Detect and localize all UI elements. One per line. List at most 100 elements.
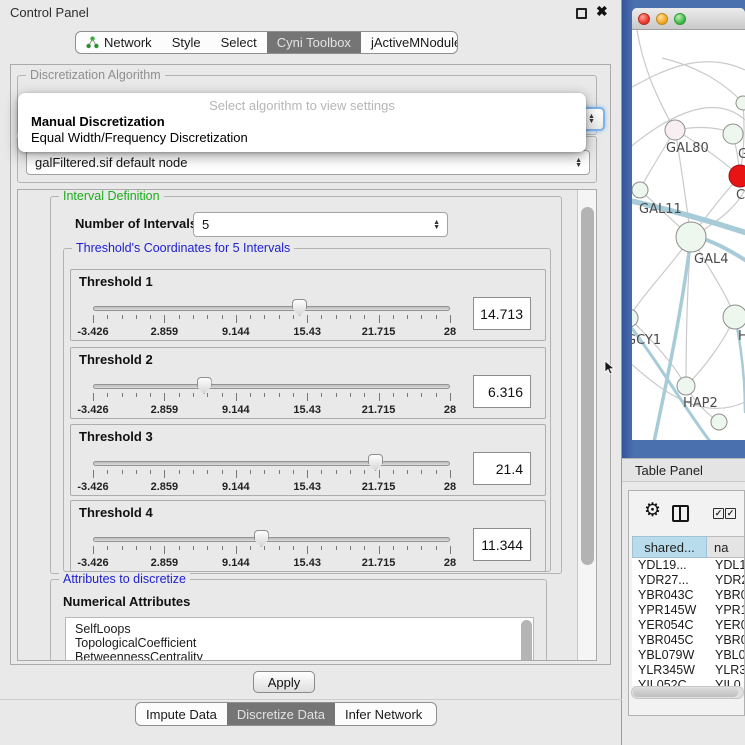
gear-icon[interactable]: ⚙ [644, 501, 661, 520]
bottom-tab-bar: Impute Data Discretize Data Infer Networ… [135, 702, 437, 726]
tab-network-label: Network [104, 35, 152, 50]
slider-tick-labels: -3.4262.8599.14415.4321.71528 [93, 404, 450, 416]
checkbox-icon[interactable]: ✓ [713, 508, 724, 519]
tab-cyni-toolbox[interactable]: Cyni Toolbox [267, 32, 361, 53]
network-canvas[interactable]: GAL80GACGAL11GAL4GCY1HHAP2 [632, 30, 745, 440]
numerical-attributes-list[interactable]: SelfLoopsTopologicalCoefficientBetweenne… [65, 617, 534, 661]
mouse-cursor [604, 360, 616, 376]
network-node[interactable] [723, 305, 745, 329]
threshold-slider[interactable]: -3.4262.8599.14415.4321.71528 [93, 425, 450, 497]
table-cell: YDL19... [632, 558, 707, 573]
column-header-shared-name[interactable]: shared... [632, 536, 707, 558]
table-row[interactable]: YBL079WYBL0 [632, 648, 745, 663]
threshold-slider[interactable]: -3.4262.8599.14415.4321.71528 [93, 270, 450, 342]
tab-impute-data[interactable]: Impute Data [136, 703, 227, 725]
attribute-list-item[interactable]: BetweennessCentrality [66, 650, 533, 661]
attributes-list-scrollbar[interactable] [521, 620, 532, 661]
slider-thumb[interactable] [292, 299, 307, 316]
table-cell: YDL1 [707, 558, 745, 573]
slider-ticks [93, 470, 450, 478]
table-body: YDL19...YDL1YDR27...YDR2YBR043CYBR0YPR14… [632, 558, 745, 686]
table-cell: YBR0 [707, 633, 745, 648]
network-node-label: GA [738, 147, 745, 162]
network-node[interactable] [723, 124, 743, 144]
network-node-label: C [736, 188, 745, 203]
table-data-combobox[interactable]: galFiltered.sif default node ▲▼ [26, 150, 590, 175]
table-row[interactable]: YLR345WYLR3 [632, 663, 745, 678]
apply-button[interactable]: Apply [253, 671, 315, 693]
close-traffic-light[interactable] [638, 13, 650, 25]
network-node-label: GAL4 [694, 252, 728, 267]
number-of-intervals-label: Number of Intervals [75, 216, 197, 231]
threshold-coordinates-group: Threshold's Coordinates for 5 Intervals … [63, 248, 551, 572]
network-node-label: H [738, 329, 745, 344]
attribute-list-item[interactable]: TopologicalCoefficient [66, 636, 533, 650]
table-row[interactable]: YDL19...YDL1 [632, 558, 745, 573]
slider-tick-labels: -3.4262.8599.14415.4321.71528 [93, 557, 450, 569]
column-layout-icon[interactable] [672, 505, 689, 522]
zoom-traffic-light[interactable] [674, 13, 686, 25]
network-node[interactable] [676, 222, 706, 252]
tab-style[interactable]: Style [162, 32, 211, 53]
slider-track[interactable] [93, 461, 450, 466]
column-header-name[interactable]: na [707, 536, 745, 558]
stepper-arrows-icon: ▲▼ [433, 220, 440, 230]
network-node[interactable] [665, 120, 685, 140]
slider-track[interactable] [93, 306, 450, 311]
slider-thumb[interactable] [254, 530, 269, 547]
tab-infer-network[interactable]: Infer Network [335, 703, 432, 725]
dropdown-option-manual[interactable]: Manual Discretization [31, 114, 165, 129]
slider-track[interactable] [93, 537, 450, 542]
table-row[interactable]: YBR043CYBR0 [632, 588, 745, 603]
threshold-slider[interactable]: -3.4262.8599.14415.4321.71528 [93, 348, 450, 420]
table-row[interactable]: YBR045CYBR0 [632, 633, 745, 648]
slider-track[interactable] [93, 384, 450, 389]
checkbox-icon[interactable]: ✓ [725, 508, 736, 519]
slider-thumb[interactable] [368, 454, 383, 471]
scrollbar-thumb[interactable] [581, 207, 594, 565]
table-row[interactable]: YDR27...YDR2 [632, 573, 745, 588]
table-row[interactable]: YER054CYER0 [632, 618, 745, 633]
settings-scrollpane: Interval Definition Number of Intervals … [17, 189, 597, 661]
network-node[interactable] [677, 377, 695, 395]
scrollbar-thumb[interactable] [633, 688, 738, 697]
network-node[interactable] [632, 182, 648, 198]
threshold-value-field[interactable]: 21.4 [473, 452, 531, 485]
tab-select[interactable]: Select [211, 32, 267, 53]
tab-jactivemnodules[interactable]: jActiveMNodules [361, 32, 458, 53]
dropdown-option-equal-width[interactable]: Equal Width/Frequency Discretization [31, 130, 248, 145]
network-node[interactable] [711, 414, 727, 430]
panel-title: Control Panel [10, 5, 89, 20]
tab-discretize-data[interactable]: Discretize Data [227, 703, 335, 725]
table-cell: YER054C [632, 618, 707, 633]
discretization-algorithm-group: Discretization Algorithm ▲▼ Select algor… [17, 75, 597, 135]
table-row[interactable]: YIL052CYIL0 [632, 678, 745, 686]
float-window-icon[interactable] [576, 8, 587, 19]
network-node[interactable] [632, 309, 638, 327]
divider [0, 699, 622, 700]
minimize-traffic-light[interactable] [656, 13, 668, 25]
network-window-titlebar[interactable] [632, 8, 745, 30]
group-label: Attributes to discretize [59, 572, 190, 586]
number-of-intervals-combobox[interactable]: 5 ▲▼ [193, 212, 448, 237]
tab-network[interactable]: Network [76, 32, 162, 53]
attribute-list-item[interactable]: SelfLoops [66, 622, 533, 636]
table-horizontal-scrollbar[interactable] [631, 686, 744, 699]
close-icon[interactable]: ✖ [596, 3, 608, 20]
network-window: GAL80GACGAL11GAL4GCY1HHAP2 [632, 8, 745, 440]
settings-scrollbar[interactable] [577, 190, 596, 660]
stepper-arrows-icon: ▲▼ [588, 114, 595, 124]
network-node[interactable] [736, 96, 745, 110]
threshold-value-field[interactable]: 14.713 [473, 297, 531, 330]
group-label: Discretization Algorithm [26, 68, 165, 82]
table-row[interactable]: YPR145WYPR1 [632, 603, 745, 618]
network-node-label: GAL11 [639, 202, 682, 217]
slider-thumb[interactable] [197, 377, 212, 394]
network-node-label: GAL80 [666, 141, 709, 156]
threshold-value-field[interactable]: 11.344 [473, 528, 531, 561]
table-cell: YBL0 [707, 648, 745, 663]
table-data-value: galFiltered.sif default node [35, 155, 187, 170]
threshold-slider[interactable]: -3.4262.8599.14415.4321.71528 [93, 501, 450, 573]
threshold-value-field[interactable]: 6.316 [473, 375, 531, 408]
table-cell: YER0 [707, 618, 745, 633]
